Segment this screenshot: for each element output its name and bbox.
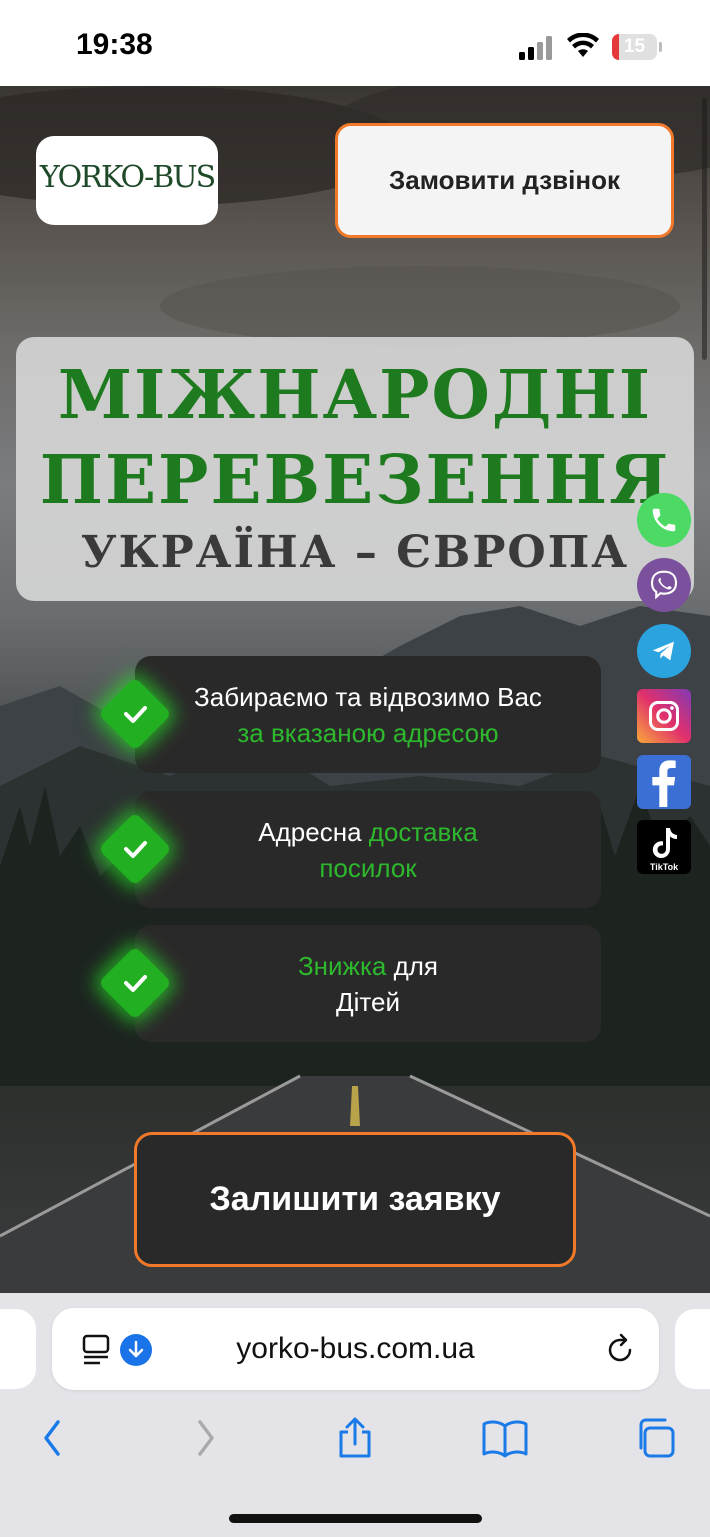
tiktok-icon[interactable]: TikTok (637, 820, 691, 874)
status-time: 19:38 (76, 28, 153, 61)
signal-icon (519, 36, 552, 60)
hero-title-line1: МІЖНАРОДНІ (57, 355, 653, 434)
logo[interactable]: YORKO-BUS (36, 136, 218, 225)
scroll-indicator[interactable] (702, 98, 707, 360)
tabs-icon[interactable] (630, 1413, 680, 1463)
order-call-button[interactable]: Замовити дзвінок (335, 123, 674, 238)
wifi-icon (567, 33, 599, 57)
next-tab-card[interactable] (675, 1309, 710, 1389)
facebook-icon[interactable] (637, 755, 691, 809)
url-text: yorko-bus.com.ua (236, 1332, 475, 1365)
feature-text: Адресна (258, 816, 369, 847)
status-bar: 19:38 15 (0, 0, 710, 86)
feature-card: Адресна доставка посилок (135, 791, 601, 908)
hero-title-box: МІЖНАРОДНІ ПЕРЕВЕЗЕННЯ УКРАЇНА – ЄВРОПА (16, 337, 694, 601)
battery-icon: 15 (612, 34, 662, 60)
submit-request-button[interactable]: Залишити заявку (134, 1132, 576, 1267)
previous-tab-card[interactable] (0, 1309, 36, 1389)
tiktok-label: TikTok (650, 862, 679, 872)
feature-card: Забираємо та відвозимо Вас за вказаною а… (135, 656, 601, 773)
address-bar[interactable]: yorko-bus.com.ua (52, 1308, 659, 1390)
bookmarks-icon[interactable] (480, 1413, 530, 1463)
forward-icon[interactable] (180, 1413, 230, 1463)
telegram-icon[interactable] (637, 624, 691, 678)
home-indicator (229, 1514, 482, 1523)
browser-bottom-bar: yorko-bus.com.ua (0, 1293, 710, 1537)
hero-section: YORKO-BUS Замовити дзвінок МІЖНАРОДНІ ПЕ… (0, 86, 710, 1293)
instagram-icon[interactable] (637, 689, 691, 743)
feature-text: Забираємо та відвозимо Вас (194, 681, 542, 712)
back-icon[interactable] (28, 1413, 78, 1463)
viber-icon[interactable] (637, 558, 691, 612)
feature-card: Знижка для Дітей (135, 925, 601, 1042)
battery-level: 15 (623, 36, 646, 57)
feature-highlight: за вказаною адресою (237, 717, 499, 748)
feature-highlight: Знижка (297, 950, 387, 981)
hero-title-line2: ПЕРЕВЕЗЕННЯ (39, 440, 671, 519)
phone-icon[interactable] (637, 493, 691, 547)
hero-subtitle: УКРАЇНА – ЄВРОПА (80, 527, 630, 578)
reload-icon[interactable] (603, 1332, 637, 1366)
share-icon[interactable] (330, 1413, 380, 1463)
logo-text: YORKO-BUS (39, 160, 216, 195)
